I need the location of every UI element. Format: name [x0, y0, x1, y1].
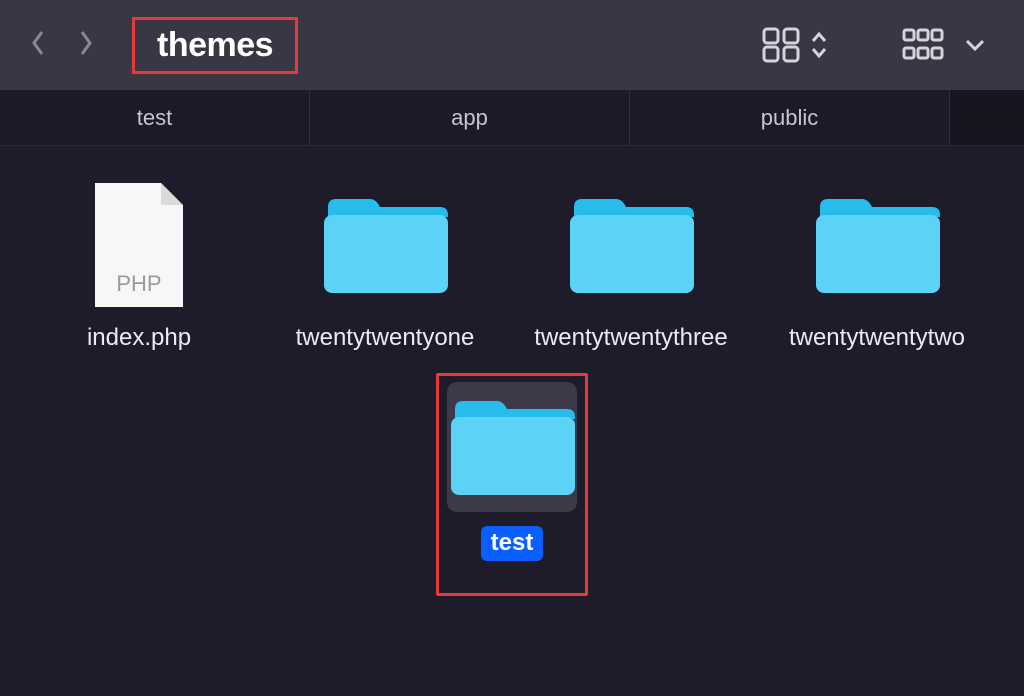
highlight-annotation: test: [436, 373, 588, 596]
tab-test[interactable]: test: [0, 90, 310, 145]
file-grid-row-2: test: [16, 373, 1008, 596]
file-label: test: [481, 526, 544, 561]
window-title-highlight: themes: [132, 17, 298, 74]
folder-icon: [447, 382, 577, 512]
forward-button[interactable]: [76, 29, 96, 62]
tab-public[interactable]: public: [630, 90, 950, 145]
back-button[interactable]: [28, 29, 48, 62]
chevron-down-icon: [964, 37, 986, 53]
file-label: index.php: [87, 324, 191, 353]
folder-icon: [812, 180, 942, 310]
file-label: twentytwentythree: [534, 324, 727, 353]
tab-bar: test app public: [0, 90, 1024, 146]
nav-arrows: [28, 29, 96, 62]
group-icon: [902, 27, 954, 63]
folder-icon: [320, 180, 450, 310]
folder-icon: [566, 180, 696, 310]
file-item-index-php[interactable]: PHP index.php: [16, 180, 262, 373]
view-mode-button[interactable]: [762, 27, 828, 63]
chevron-updown-icon: [810, 30, 828, 60]
tab-label: app: [451, 105, 488, 131]
folder-item-twentytwentythree[interactable]: twentytwentythree: [508, 180, 754, 373]
tab-app[interactable]: app: [310, 90, 630, 145]
grid-icon: [762, 27, 800, 63]
file-icon: PHP: [74, 180, 204, 310]
folder-item-twentytwentyone[interactable]: twentytwentyone: [262, 180, 508, 373]
file-label: twentytwentytwo: [789, 324, 965, 353]
group-mode-button[interactable]: [902, 27, 986, 63]
folder-item-test[interactable]: test: [447, 382, 577, 581]
tab-label: public: [761, 105, 818, 131]
tab-label: test: [137, 105, 172, 131]
toolbar: themes: [0, 0, 1024, 90]
folder-item-twentytwentytwo[interactable]: twentytwentytwo: [754, 180, 1000, 373]
file-label: twentytwentyone: [296, 324, 475, 353]
file-grid: PHP index.php twentytwentyone twentytwen…: [0, 146, 1024, 630]
window-title: themes: [157, 26, 273, 65]
svg-text:PHP: PHP: [116, 271, 161, 296]
